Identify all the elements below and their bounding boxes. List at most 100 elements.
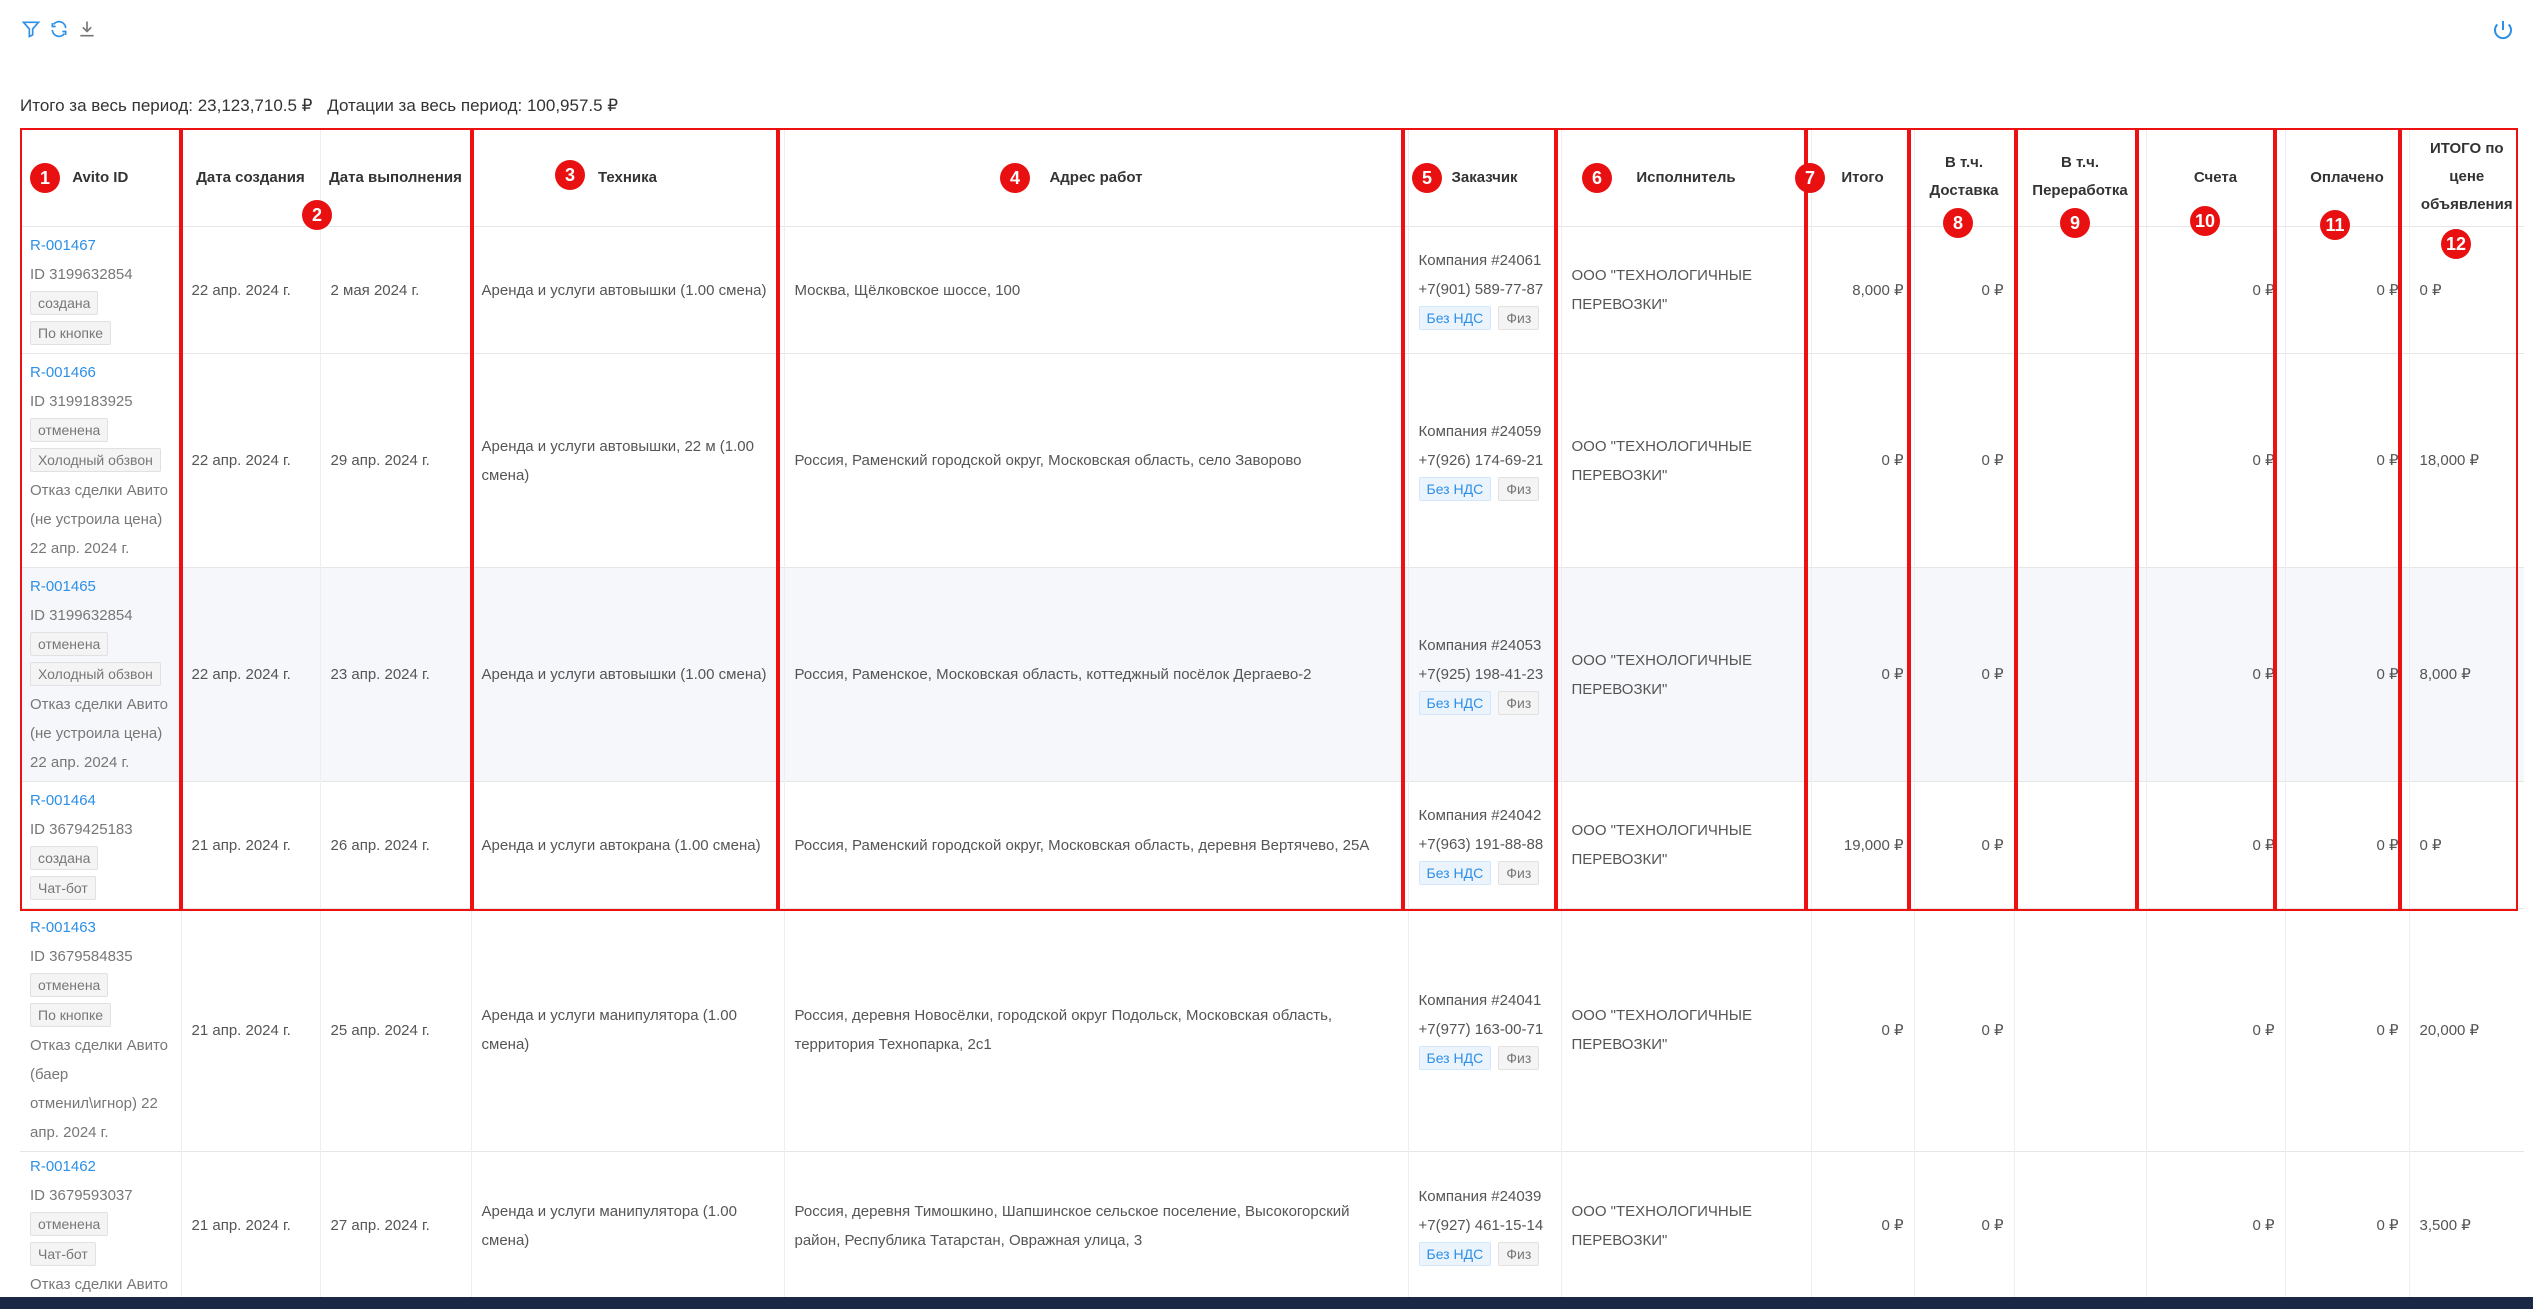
deal-note: Отказ сделки Авито (баер отменил\игнор) … xyxy=(30,1037,169,1141)
cell-total: 8,000 ₽ xyxy=(1810,226,1914,354)
cell-invoices: 0 ₽ xyxy=(2145,353,2285,568)
col-done[interactable]: Дата выполнения xyxy=(319,128,471,227)
avito-id: ID 3199632854 xyxy=(30,266,133,283)
total-label: Итого за весь период: xyxy=(20,96,193,115)
cell-listing-total: 8,000 ₽ xyxy=(2408,567,2524,782)
os-taskbar xyxy=(0,1297,2533,1309)
table-row[interactable]: R-001463 ID 3679584835 отменена По кнопк… xyxy=(20,908,2524,1152)
cell-done: 23 апр. 2024 г. xyxy=(319,567,471,782)
vat-badge: Без НДС xyxy=(1418,861,1492,885)
source-badge: Холодный обзвон xyxy=(30,448,161,472)
annotation-marker: 10 xyxy=(2190,206,2220,236)
cell-paid: 0 ₽ xyxy=(2284,353,2409,568)
cell-overtime xyxy=(2013,1151,2146,1299)
subsidy-label: Дотации за весь период: xyxy=(327,96,523,115)
request-link[interactable]: R-001463 xyxy=(30,913,171,942)
table-row[interactable]: R-001464 ID 3679425183 создана Чат-бот 2… xyxy=(20,781,2524,909)
cell-done: 26 апр. 2024 г. xyxy=(319,781,471,909)
cell-paid: 0 ₽ xyxy=(2284,781,2409,909)
customer-phone: +7(926) 174-69-21 xyxy=(1418,451,1544,469)
cell-overtime xyxy=(2013,781,2146,909)
col-equipment[interactable]: Техника xyxy=(470,128,784,227)
cell-paid: 0 ₽ xyxy=(2284,1151,2409,1299)
vat-badge: Без НДС xyxy=(1418,476,1492,501)
cell-created: 22 апр. 2024 г. xyxy=(180,353,320,568)
download-icon[interactable] xyxy=(76,18,98,40)
cell-address: Россия, Раменский городской округ, Моско… xyxy=(783,353,1408,568)
table-row[interactable]: R-001466 ID 3199183925 отменена Холодный… xyxy=(20,353,2524,568)
cell-avito: R-001464 ID 3679425183 создана Чат-бот xyxy=(20,781,181,909)
table-row[interactable]: R-001462 ID 3679593037 отменена Чат-бот … xyxy=(20,1151,2524,1299)
annotation-marker: 1 xyxy=(30,163,60,193)
customer-phone: +7(901) 589-77-87 xyxy=(1418,281,1544,298)
cell-total: 0 ₽ xyxy=(1810,908,1914,1152)
cell-address: Россия, Раменский городской округ, Моско… xyxy=(783,781,1408,909)
cell-customer: Компания #24059 +7(926) 174-69-21 Без НД… xyxy=(1407,353,1561,568)
deal-note: Отказ сделки Авито (не устроила цена) 22… xyxy=(30,696,169,771)
deal-note: Отказ сделки Авито (не устроила цена) 22… xyxy=(30,482,169,557)
annotation-marker: 11 xyxy=(2320,210,2350,240)
cell-delivery: 0 ₽ xyxy=(1913,1151,2014,1299)
cell-overtime xyxy=(2013,567,2146,782)
cell-paid: 0 ₽ xyxy=(2284,908,2409,1152)
annotation-marker: 8 xyxy=(1943,208,1973,238)
person-type-badge: Физ xyxy=(1498,1241,1540,1266)
period-summary: Итого за весь период: 23,123,710.5 ₽ Дот… xyxy=(20,96,628,116)
vat-badge: Без НДС xyxy=(1418,690,1492,715)
header-row: Avito ID Дата создания Дата выполнения Т… xyxy=(20,128,2524,227)
deal-note: Отказ сделки Авито xyxy=(30,1276,169,1293)
table-row[interactable]: R-001467 ID 3199632854 создана По кнопке… xyxy=(20,226,2524,354)
cell-executor: ООО "ТЕХНОЛОГИЧНЫЕ ПЕРЕВОЗКИ" xyxy=(1560,781,1811,909)
request-link[interactable]: R-001464 xyxy=(30,786,171,815)
request-link[interactable]: R-001466 xyxy=(30,358,171,387)
cell-customer: Компания #24039 +7(927) 461-15-14 Без НД… xyxy=(1407,1151,1561,1299)
request-link[interactable]: R-001462 xyxy=(30,1152,171,1181)
table-row[interactable]: R-001465 ID 3199632854 отменена Холодный… xyxy=(20,567,2524,782)
annotation-marker: 9 xyxy=(2060,208,2090,238)
source-badge: Холодный обзвон xyxy=(30,662,161,686)
vat-badge: Без НДС xyxy=(1418,1241,1492,1266)
total-value: 23,123,710.5 ₽ xyxy=(197,96,313,115)
refresh-icon[interactable] xyxy=(48,18,70,40)
subsidy-value: 100,957.5 ₽ xyxy=(526,96,619,115)
col-created[interactable]: Дата создания xyxy=(180,128,320,227)
cell-paid: 0 ₽ xyxy=(2284,226,2409,354)
annotation-marker: 5 xyxy=(1412,163,1442,193)
cell-equipment: Аренда и услуги автовышки, 22 м (1.00 см… xyxy=(470,353,784,568)
cell-address: Москва, Щёлковское шоссе, 100 xyxy=(783,226,1408,354)
person-type-badge: Физ xyxy=(1498,306,1540,330)
power-icon[interactable] xyxy=(2491,18,2515,42)
cell-executor: ООО "ТЕХНОЛОГИЧНЫЕ ПЕРЕВОЗКИ" xyxy=(1560,226,1811,354)
customer-name: Компания #24042 xyxy=(1418,807,1542,824)
customer-phone: +7(977) 163-00-71 xyxy=(1418,1021,1544,1038)
source-badge: По кнопке xyxy=(30,321,112,345)
customer-name: Компания #24059 xyxy=(1418,422,1542,440)
col-address[interactable]: Адрес работ xyxy=(783,128,1408,227)
customer-name: Компания #24041 xyxy=(1418,992,1542,1009)
request-link[interactable]: R-001467 xyxy=(30,231,171,260)
cell-done: 27 апр. 2024 г. xyxy=(319,1151,471,1299)
annotation-marker: 12 xyxy=(2441,229,2471,259)
cell-listing-total: 18,000 ₽ xyxy=(2408,353,2524,568)
person-type-badge: Физ xyxy=(1498,861,1540,885)
cell-executor: ООО "ТЕХНОЛОГИЧНЫЕ ПЕРЕВОЗКИ" xyxy=(1560,567,1811,782)
avito-id: ID 3199183925 xyxy=(30,393,133,410)
cell-executor: ООО "ТЕХНОЛОГИЧНЫЕ ПЕРЕВОЗКИ" xyxy=(1560,1151,1811,1299)
status-badge: создана xyxy=(30,846,99,870)
cell-customer: Компания #24042 +7(963) 191-88-88 Без НД… xyxy=(1407,781,1561,909)
cell-delivery: 0 ₽ xyxy=(1913,781,2014,909)
col-total[interactable]: Итого xyxy=(1810,128,1914,227)
vat-badge: Без НДС xyxy=(1418,1046,1492,1070)
cell-executor: ООО "ТЕХНОЛОГИЧНЫЕ ПЕРЕВОЗКИ" xyxy=(1560,908,1811,1152)
cell-paid: 0 ₽ xyxy=(2284,567,2409,782)
cell-avito: R-001462 ID 3679593037 отменена Чат-бот … xyxy=(20,1151,181,1299)
person-type-badge: Физ xyxy=(1498,1046,1540,1070)
request-link[interactable]: R-001465 xyxy=(30,572,171,601)
col-listing-total[interactable]: ИТОГО по цене объявления xyxy=(2408,128,2524,227)
filter-icon[interactable] xyxy=(20,18,42,40)
annotation-marker: 4 xyxy=(1000,163,1030,193)
cell-invoices: 0 ₽ xyxy=(2145,908,2285,1152)
cell-listing-total: 0 ₽ xyxy=(2408,781,2524,909)
col-paid[interactable]: Оплачено xyxy=(2284,128,2409,227)
avito-id: ID 3679593037 xyxy=(30,1187,133,1204)
